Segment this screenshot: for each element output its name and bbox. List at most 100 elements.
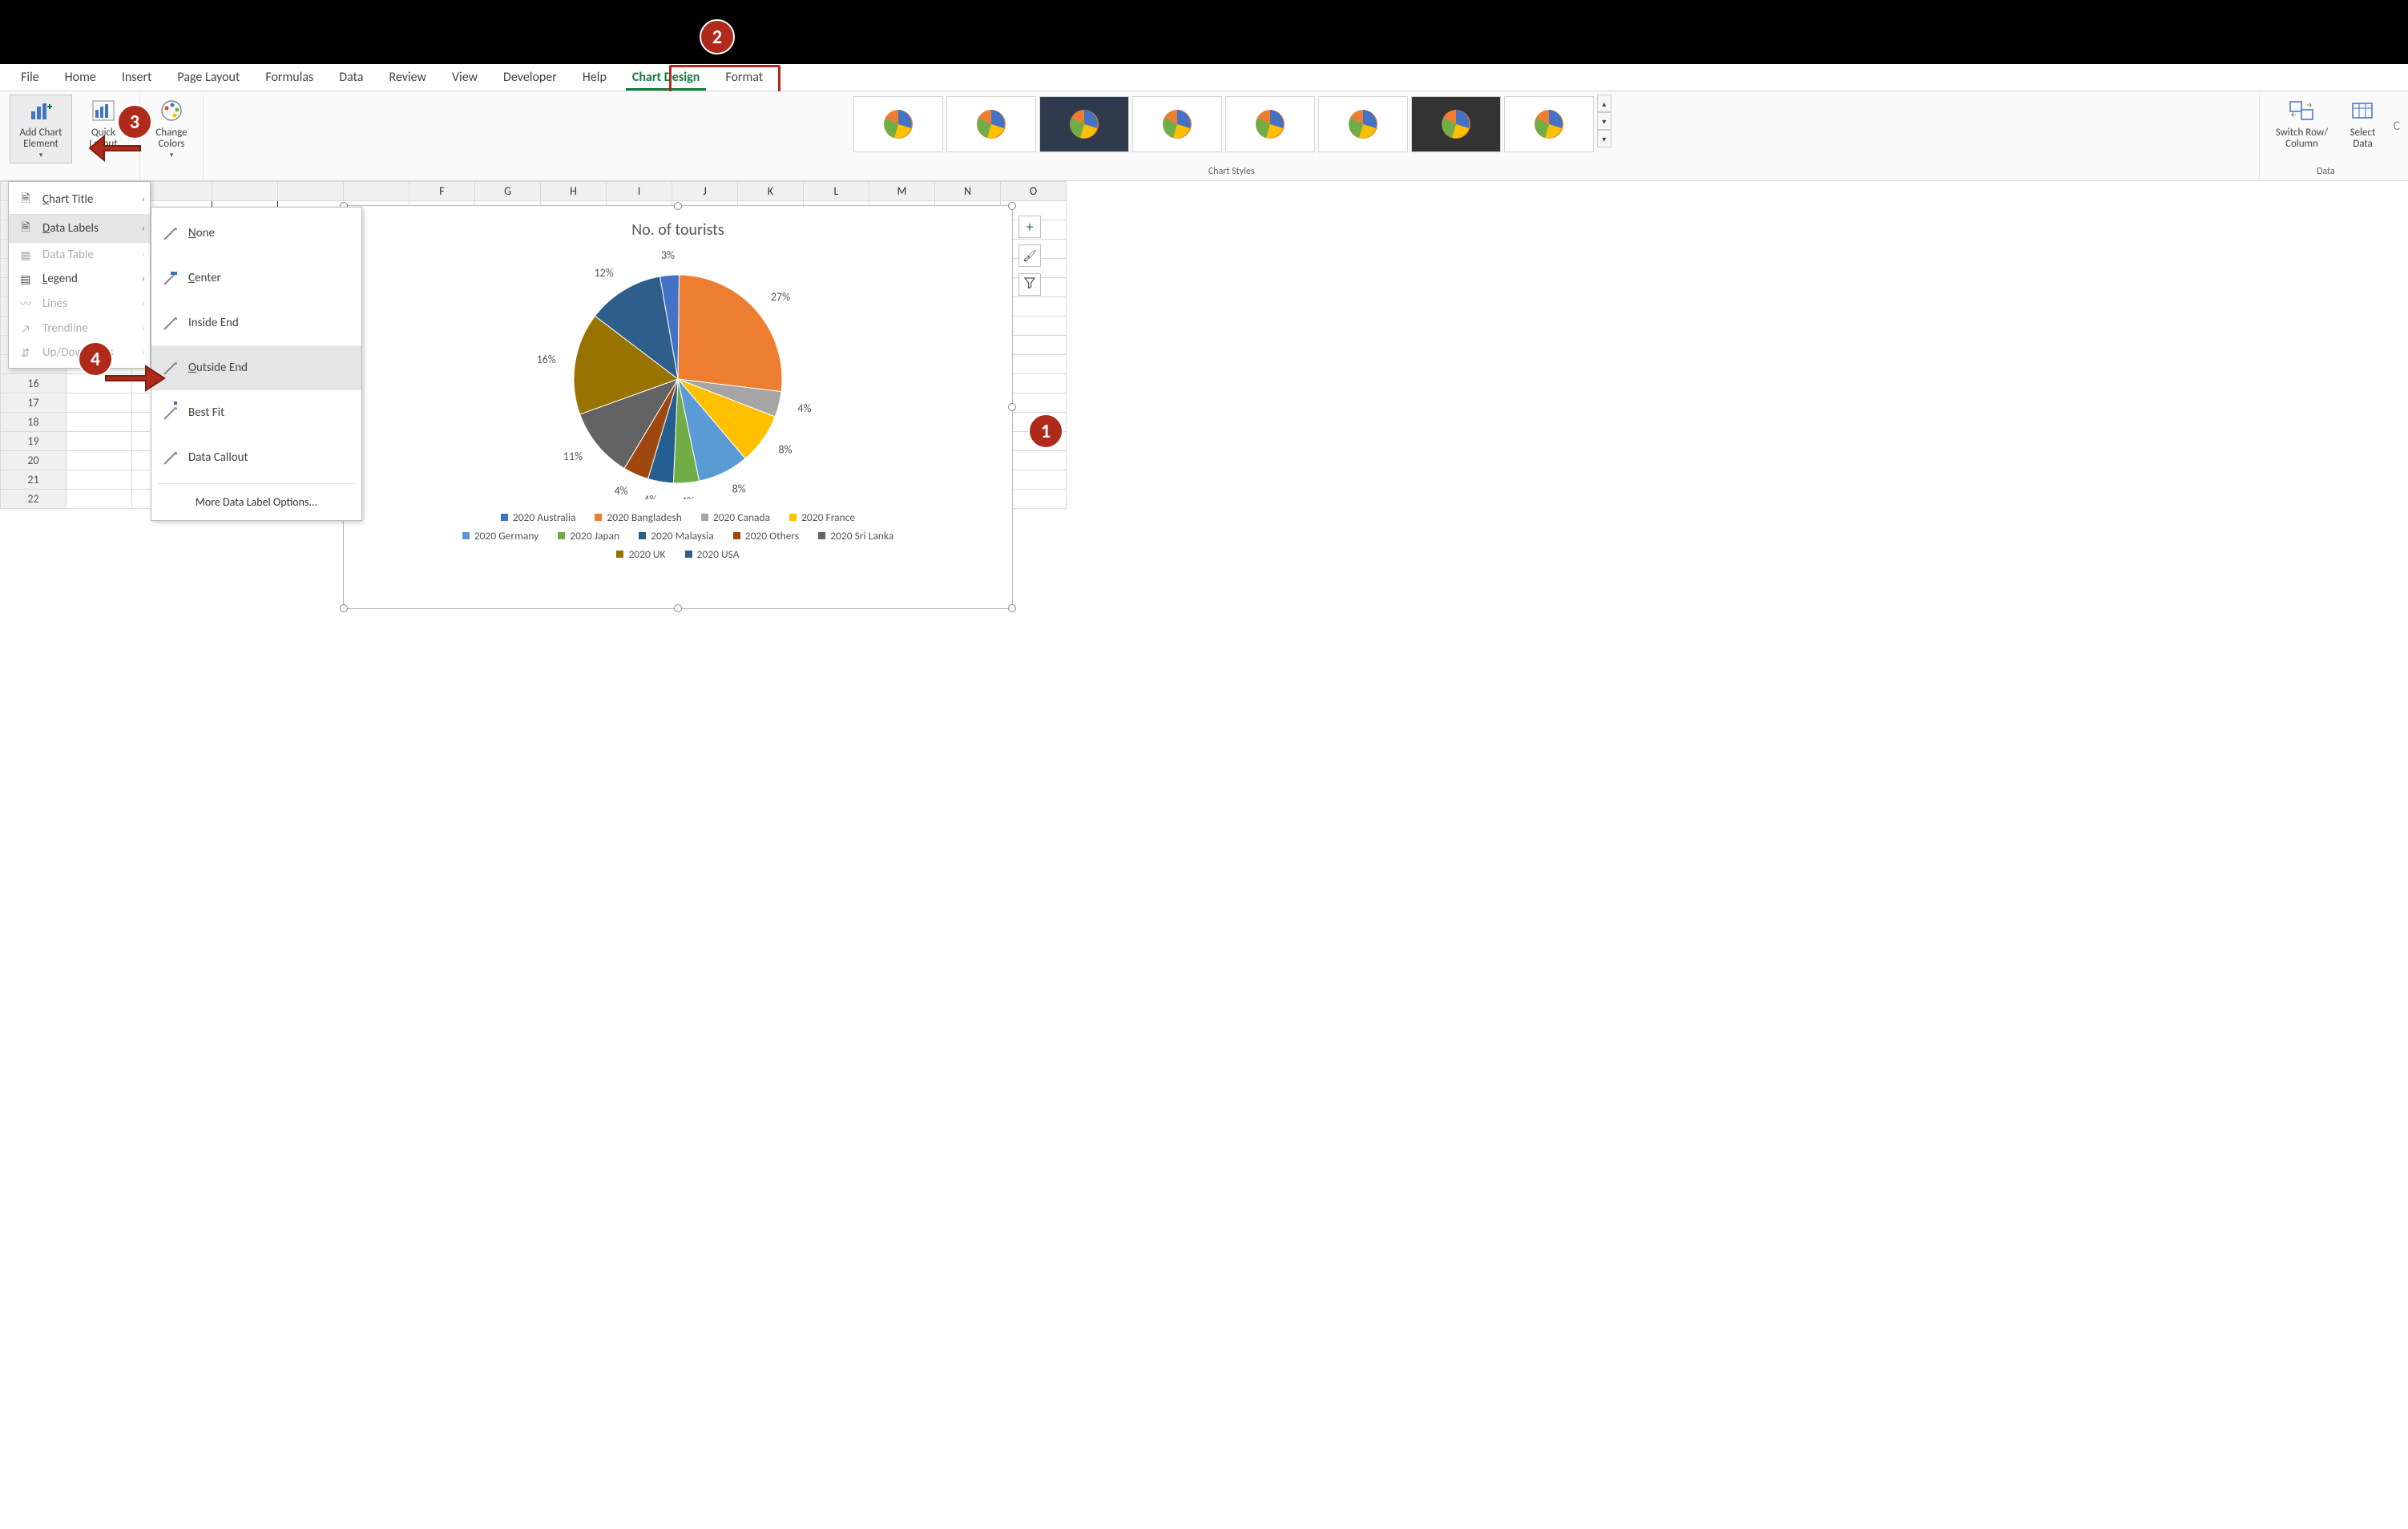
menu-data-labels[interactable]: 🗎 Data Labels › — [9, 214, 150, 243]
resize-handle[interactable] — [340, 604, 348, 612]
legend-item[interactable]: 2020 Japan — [558, 529, 619, 543]
legend-item[interactable]: 2020 Others — [733, 529, 799, 543]
cell[interactable] — [67, 413, 132, 432]
column-header[interactable]: I — [607, 182, 672, 201]
chart-elements-button[interactable]: + — [1018, 216, 1041, 238]
resize-handle[interactable] — [674, 604, 682, 612]
menu-chart-title[interactable]: 🗎 Chart Title › — [9, 185, 150, 214]
chart-object[interactable]: + 🖌 No. of tourists 3%27%4%8%8%4%4%4%11%… — [343, 205, 1013, 609]
column-header[interactable]: M — [869, 182, 935, 201]
menu-legend[interactable]: ▤ Legend › — [9, 267, 150, 291]
column-header[interactable]: L — [804, 182, 869, 201]
gallery-scroll-up[interactable]: ▴ — [1597, 95, 1611, 112]
legend-item[interactable]: 2020 Bangladesh — [595, 510, 681, 524]
pie-plot-area[interactable]: 3%27%4%8%8%4%4%4%11%16%12% — [510, 243, 846, 499]
legend-item[interactable]: 2020 Germany — [462, 529, 539, 543]
column-header[interactable]: F — [409, 182, 475, 201]
cell[interactable] — [67, 470, 132, 490]
change-colors-label: Change Colors — [155, 127, 187, 151]
chart-styles-button[interactable]: 🖌 — [1018, 244, 1041, 267]
row-header[interactable]: 20 — [1, 451, 67, 470]
pie-slice[interactable] — [678, 275, 782, 392]
column-header[interactable]: H — [541, 182, 607, 201]
legend-item[interactable]: 2020 UK — [616, 547, 665, 561]
column-header[interactable] — [278, 182, 344, 201]
submenu-data-callout-label: Data Callout — [188, 450, 248, 465]
gallery-scroll-down[interactable]: ▾ — [1597, 112, 1611, 130]
cell[interactable] — [67, 451, 132, 470]
submenu-more-label: More Data Label Options... — [196, 495, 317, 509]
column-header[interactable]: O — [1001, 182, 1067, 201]
switch-row-column-button[interactable]: Switch Row/ Column — [2265, 95, 2338, 155]
submenu-data-callout[interactable]: Data Callout — [151, 435, 361, 480]
cell[interactable] — [67, 432, 132, 451]
chart-style-thumb[interactable] — [1318, 96, 1408, 152]
tab-help[interactable]: Help — [570, 65, 619, 90]
annotation-badge-3: 3 — [117, 104, 152, 139]
resize-handle[interactable] — [1008, 403, 1016, 411]
tab-formulas[interactable]: Formulas — [252, 65, 326, 90]
submenu-best-fit[interactable]: Best Fit — [151, 390, 361, 435]
column-header[interactable]: G — [475, 182, 541, 201]
submenu-none[interactable]: None — [151, 211, 361, 256]
chart-style-thumb[interactable] — [946, 96, 1036, 152]
tab-format[interactable]: Format — [712, 65, 776, 90]
chart-style-gallery[interactable]: ▴ ▾ ▾ — [852, 95, 1611, 154]
tab-view[interactable]: View — [439, 65, 490, 90]
resize-handle[interactable] — [674, 202, 682, 210]
legend-item[interactable]: 2020 USA — [685, 547, 740, 561]
legend-item[interactable]: 2020 Sri Lanka — [818, 529, 893, 543]
legend-item[interactable]: 2020 Canada — [701, 510, 770, 524]
change-colors-button[interactable]: Change Colors ▾ — [145, 95, 198, 163]
ribbon-section-data: Switch Row/ Column Select Data Data — [2259, 95, 2391, 180]
tab-developer[interactable]: Developer — [490, 65, 570, 90]
cell[interactable] — [67, 490, 132, 509]
column-header[interactable]: J — [672, 182, 738, 201]
legend-item[interactable]: 2020 Australia — [501, 510, 576, 524]
resize-handle[interactable] — [1008, 202, 1016, 210]
submenu-inside-end[interactable]: Inside End — [151, 301, 361, 345]
trendline-icon: ↗ — [17, 322, 34, 336]
select-data-button[interactable]: Select Data — [2338, 95, 2386, 155]
switch-row-column-icon — [2288, 99, 2315, 126]
column-header[interactable]: K — [738, 182, 804, 201]
tab-file[interactable]: File — [8, 65, 52, 90]
pie-data-label: 8% — [778, 443, 792, 457]
row-header[interactable]: 19 — [1, 432, 67, 451]
submenu-outside-end[interactable]: Outside End — [151, 345, 361, 390]
tab-page-layout[interactable]: Page Layout — [164, 65, 252, 90]
menu-trendline: ↗ Trendline › — [9, 317, 150, 341]
row-header[interactable]: 22 — [1, 490, 67, 509]
gallery-more[interactable]: ▾ — [1597, 130, 1611, 147]
submenu-more-options[interactable]: More Data Label Options... — [151, 487, 361, 517]
resize-handle[interactable] — [1008, 604, 1016, 612]
chart-style-thumb[interactable] — [853, 96, 943, 152]
legend-item[interactable]: 2020 Malaysia — [639, 529, 714, 543]
tab-review[interactable]: Review — [376, 65, 439, 90]
chart-style-thumb[interactable] — [1411, 96, 1501, 152]
row-header[interactable]: 16 — [1, 374, 67, 393]
submenu-center[interactable]: Center — [151, 256, 361, 301]
chart-title[interactable]: No. of tourists — [631, 220, 724, 240]
row-header[interactable]: 17 — [1, 393, 67, 413]
legend-swatch — [789, 514, 797, 521]
tab-home[interactable]: Home — [52, 65, 109, 90]
chart-legend[interactable]: 2020 Australia 2020 Bangladesh 2020 Canada… — [454, 510, 902, 561]
chart-style-thumb[interactable] — [1504, 96, 1594, 152]
chart-filters-button[interactable] — [1018, 273, 1041, 296]
tab-chart-design[interactable]: Chart Design — [619, 65, 712, 90]
add-chart-element-button[interactable]: Add Chart Element ▾ — [10, 95, 72, 163]
chart-style-thumb[interactable] — [1225, 96, 1315, 152]
column-header[interactable]: N — [935, 182, 1001, 201]
row-header[interactable]: 18 — [1, 413, 67, 432]
column-header[interactable] — [212, 182, 278, 201]
tab-insert[interactable]: Insert — [109, 65, 165, 90]
row-header[interactable]: 21 — [1, 470, 67, 490]
legend-item[interactable]: 2020 France — [789, 510, 855, 524]
palette-icon — [159, 99, 184, 126]
chevron-down-icon: ▾ — [39, 151, 43, 159]
column-header[interactable] — [344, 182, 409, 201]
chart-style-thumb[interactable] — [1039, 96, 1129, 152]
chart-style-thumb[interactable] — [1132, 96, 1222, 152]
tab-data[interactable]: Data — [326, 65, 376, 90]
